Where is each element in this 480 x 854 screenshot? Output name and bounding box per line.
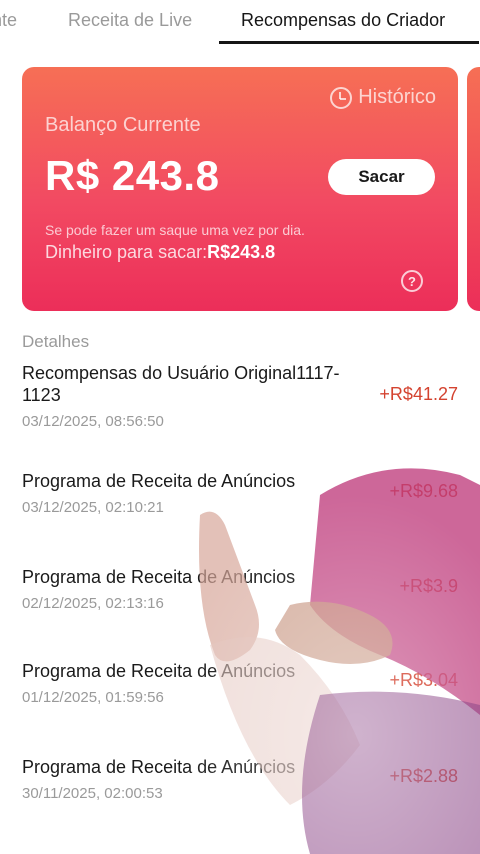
- item-amount: +R$2.88: [389, 766, 458, 786]
- next-card-peek[interactable]: [467, 67, 480, 311]
- item-amount: +R$3.9: [399, 576, 458, 596]
- list-item[interactable]: Programa de Receita de Anúncios 02/12/20…: [22, 566, 458, 612]
- available-amount: Dinheiro para sacar:R$243.8: [45, 242, 275, 263]
- tab-active-indicator: [219, 41, 479, 44]
- tab-creator-rewards[interactable]: Recompensas do Criador: [241, 10, 445, 31]
- tab-live-revenue[interactable]: Receita de Live: [68, 10, 192, 31]
- available-label: Dinheiro para sacar:: [45, 242, 208, 262]
- item-date: 30/11/2025, 02:00:53: [22, 785, 163, 802]
- balance-card: Histórico Balanço Currente R$ 243.8 Saca…: [22, 67, 458, 311]
- item-title: Programa de Receita de Anúncios: [22, 471, 296, 491]
- help-icon[interactable]: ?: [401, 270, 423, 292]
- list-item[interactable]: Programa de Receita de Anúncios 30/11/20…: [22, 756, 458, 802]
- history-label: Histórico: [358, 86, 436, 108]
- tab-bar: nte Receita de Live Recompensas do Criad…: [0, 0, 480, 44]
- item-date: 01/12/2025, 01:59:56: [22, 689, 164, 706]
- history-link[interactable]: Histórico: [330, 86, 436, 109]
- details-heading: Detalhes: [22, 332, 90, 351]
- list-item[interactable]: Programa de Receita de Anúncios 03/12/20…: [22, 470, 458, 516]
- list-item[interactable]: Programa de Receita de Anúncios 01/12/20…: [22, 660, 458, 706]
- item-amount: +R$3.04: [389, 670, 458, 690]
- available-value: R$243.8: [207, 242, 276, 262]
- list-item[interactable]: Recompensas do Usuário Original1117-1123…: [22, 362, 458, 430]
- item-title: Recompensas do Usuário Original1117-1123: [22, 363, 340, 405]
- item-amount: +R$41.27: [379, 384, 458, 404]
- withdraw-button[interactable]: Sacar: [328, 159, 435, 195]
- balance-value: R$ 243.8: [45, 152, 220, 199]
- item-title: Programa de Receita de Anúncios: [22, 757, 296, 777]
- item-title: Programa de Receita de Anúncios: [22, 567, 296, 587]
- withdraw-note: Se pode fazer um saque uma vez por dia.: [45, 222, 305, 238]
- item-amount: +R$9.68: [389, 481, 458, 501]
- item-date: 03/12/2025, 08:56:50: [22, 413, 164, 430]
- balance-label: Balanço Currente: [45, 114, 201, 136]
- item-date: 02/12/2025, 02:13:16: [22, 595, 164, 612]
- tab-partial[interactable]: nte: [0, 10, 17, 31]
- item-title: Programa de Receita de Anúncios: [22, 661, 296, 681]
- clock-icon: [330, 86, 353, 109]
